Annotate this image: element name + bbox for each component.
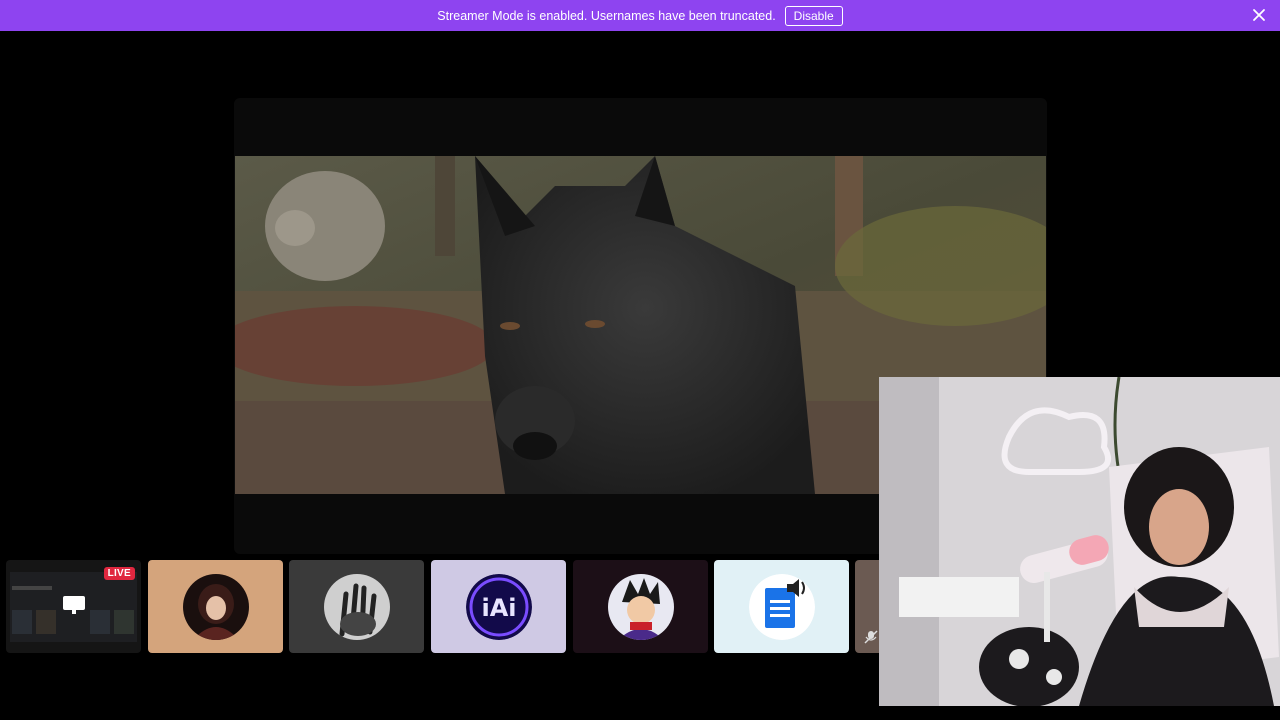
muted-mic-icon [864, 630, 878, 644]
iai-logo-avatar: iAi [465, 573, 532, 640]
webcam-overlay [879, 377, 1280, 706]
participant-tile-5[interactable] [714, 560, 849, 653]
streamer-mode-banner: Streamer Mode is enabled. Usernames have… [0, 0, 1280, 31]
live-badge: LIVE [103, 567, 135, 580]
participant-tile-4[interactable] [573, 560, 708, 653]
hand-avatar [323, 573, 390, 640]
tts-document-avatar [748, 573, 815, 640]
participant-tile-1[interactable] [148, 560, 283, 653]
screen-share-icon [63, 596, 85, 614]
svg-text:iAi: iAi [481, 594, 516, 622]
anime-avatar [182, 573, 249, 640]
banner-message: Streamer Mode is enabled. Usernames have… [437, 8, 776, 23]
screen-share-tile[interactable]: LIVE [6, 560, 141, 653]
anime-character-avatar [607, 573, 674, 640]
close-icon[interactable] [1252, 8, 1266, 22]
disable-button[interactable]: Disable [784, 5, 843, 26]
webcam-image [879, 377, 1280, 706]
participant-tile-2[interactable] [289, 560, 424, 653]
participant-tile-3[interactable]: iAi [431, 560, 566, 653]
